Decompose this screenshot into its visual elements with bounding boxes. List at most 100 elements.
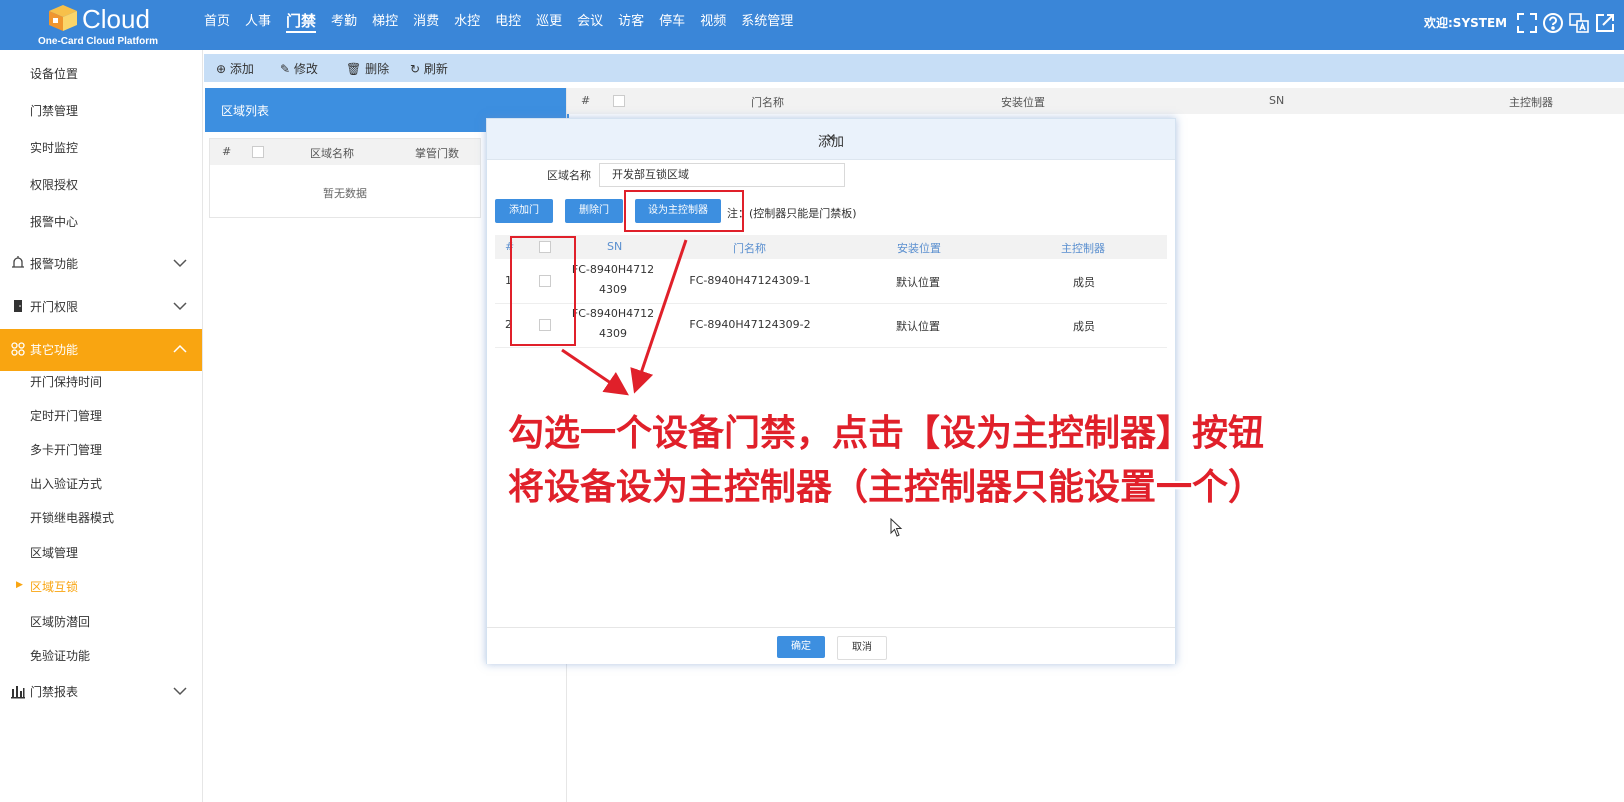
highlight-checkboxes <box>510 236 576 346</box>
translate-icon[interactable] <box>1568 12 1590 34</box>
select-all-checkbox[interactable] <box>252 146 264 158</box>
sidebar-item-hold-time[interactable]: 开门保持时间 <box>30 373 102 390</box>
nav-system[interactable]: 系统管理 <box>741 12 793 32</box>
caret-right-icon: ▶ <box>16 580 23 590</box>
nav-water[interactable]: 水控 <box>454 12 480 32</box>
external-link-icon[interactable] <box>1594 12 1616 34</box>
top-bar: Cloud One-Card Cloud Platform 首页 人事 门禁 考… <box>0 0 1624 50</box>
toolbar: ⊕ 添加 ✎ 修改 🗑 删除 ↻ 刷新 <box>204 54 1624 82</box>
plus-circle-icon: ⊕ <box>216 62 230 76</box>
help-icon[interactable] <box>1542 12 1564 34</box>
row-sn-line2: 4309 <box>599 283 627 296</box>
sidebar-group-label: 开门权限 <box>30 300 79 314</box>
nav-elevator[interactable]: 梯控 <box>372 12 398 32</box>
sidebar-item-multi-card[interactable]: 多卡开门管理 <box>30 441 102 458</box>
door-table-header: # 门名称 安装位置 SN 主控制器 <box>567 88 1624 114</box>
trash-icon: 🗑 <box>346 62 366 76</box>
sidebar-item-authorize[interactable]: 权限授权 <box>30 176 78 193</box>
sidebar-item-relay-mode[interactable]: 开锁继电器模式 <box>30 509 114 526</box>
sidebar-group-door-permission[interactable]: 开门权限 <box>0 286 202 326</box>
refresh-icon: ↻ <box>410 62 424 76</box>
nav-patrol[interactable]: 巡更 <box>536 12 562 32</box>
sidebar-item-timed-open[interactable]: 定时开门管理 <box>30 407 102 424</box>
chevron-up-icon <box>173 344 187 353</box>
col-master: 主控制器 <box>1509 96 1553 109</box>
select-all-checkbox[interactable] <box>613 95 625 107</box>
row-location: 默认位置 <box>896 276 940 289</box>
row-sn-line2: 4309 <box>599 327 627 340</box>
pencil-icon: ✎ <box>280 62 294 76</box>
nav-attendance[interactable]: 考勤 <box>331 12 357 32</box>
chevron-down-icon <box>173 259 187 268</box>
brand-subtitle: One-Card Cloud Platform <box>38 36 159 47</box>
chevron-down-icon <box>173 302 187 311</box>
nav-access[interactable]: 门禁 <box>286 11 317 33</box>
refresh-button[interactable]: ↻ 刷新 <box>410 60 448 77</box>
row-door-name: FC-8940H47124309-1 <box>689 274 811 287</box>
annotation-line-2: 将设备设为主控制器（主控制器只能设置一个） <box>508 467 1265 508</box>
sidebar-item-area-mgmt[interactable]: 区域管理 <box>30 544 78 561</box>
nav-consume[interactable]: 消费 <box>413 12 439 32</box>
edit-label: 修改 <box>293 62 318 76</box>
sidebar-group-other[interactable]: 其它功能 <box>0 329 202 371</box>
delete-door-button[interactable]: 删除门 <box>565 199 623 223</box>
add-label: 添加 <box>229 62 254 76</box>
sidebar-item-no-verify[interactable]: 免验证功能 <box>30 647 90 664</box>
delete-button[interactable]: 🗑 删除 <box>346 60 389 77</box>
dialog-footer: 确定 取消 <box>487 627 1175 664</box>
mouse-cursor-icon <box>890 518 903 537</box>
area-name-input[interactable] <box>599 163 845 187</box>
nav-video[interactable]: 视频 <box>700 12 726 32</box>
col-location: 安装位置 <box>897 242 941 255</box>
edit-button[interactable]: ✎ 修改 <box>280 60 318 77</box>
row-door-name: FC-8940H47124309-2 <box>689 318 811 331</box>
sidebar-group-label: 其它功能 <box>30 343 79 357</box>
refresh-label: 刷新 <box>423 62 448 76</box>
col-no: # <box>581 94 591 107</box>
sidebar-group-label: 门禁报表 <box>30 685 79 699</box>
highlight-set-master <box>624 190 744 232</box>
controller-note: 注：(控制器只能是门禁板) <box>727 207 857 220</box>
fullscreen-icon[interactable] <box>1516 12 1538 34</box>
area-table: # 区域名称 掌管门数 暂无数据 <box>209 138 481 218</box>
add-button[interactable]: ⊕ 添加 <box>216 60 254 77</box>
chevron-down-icon <box>173 687 187 696</box>
add-dialog: 添加 × 区域名称 添加门 删除门 设为主控制器 注：(控制器只能是门禁板) #… <box>486 118 1176 664</box>
delete-label: 删除 <box>365 62 390 76</box>
area-table-header: # 区域名称 掌管门数 <box>210 139 480 165</box>
sidebar: 设备位置 门禁管理 实时监控 权限授权 报警中心 报警功能 开门权限 其它功能 … <box>0 50 203 802</box>
close-icon[interactable]: × <box>487 131 1175 146</box>
col-no: # <box>222 145 232 158</box>
sidebar-item-anti-passback[interactable]: 区域防潜回 <box>30 613 90 630</box>
add-door-button[interactable]: 添加门 <box>495 199 553 223</box>
sidebar-group-report[interactable]: 门禁报表 <box>0 671 202 711</box>
table-row[interactable]: 1 FC-8940H4712 4309 FC-8940H47124309-1 默… <box>495 259 1167 304</box>
row-location: 默认位置 <box>896 320 940 333</box>
brand-logo[interactable]: Cloud One-Card Cloud Platform <box>38 2 168 48</box>
nav-meeting[interactable]: 会议 <box>577 12 603 32</box>
door-list-header: # SN 门名称 安装位置 主控制器 <box>495 235 1167 259</box>
confirm-button[interactable]: 确定 <box>777 636 825 658</box>
sidebar-item-access-mgmt[interactable]: 门禁管理 <box>30 102 78 119</box>
sidebar-item-area-interlock[interactable]: 区域互锁 <box>30 578 78 595</box>
col-location: 安装位置 <box>1001 96 1045 109</box>
col-area-name: 区域名称 <box>310 147 354 160</box>
table-row[interactable]: 2 FC-8940H4712 4309 FC-8940H47124309-2 默… <box>495 303 1167 348</box>
col-door-name: 门名称 <box>733 242 766 255</box>
sidebar-item-device-location[interactable]: 设备位置 <box>30 65 78 82</box>
nav-power[interactable]: 电控 <box>495 12 521 32</box>
nav-visitor[interactable]: 访客 <box>618 12 644 32</box>
brand-name: Cloud <box>82 4 150 34</box>
bar-chart-icon <box>11 686 25 699</box>
row-sn-line1: FC-8940H4712 <box>571 263 655 276</box>
sidebar-item-verify-mode[interactable]: 出入验证方式 <box>30 475 102 492</box>
sidebar-item-alarm-center[interactable]: 报警中心 <box>30 213 78 230</box>
sidebar-group-alarm[interactable]: 报警功能 <box>0 243 202 283</box>
nav-parking[interactable]: 停车 <box>659 12 685 32</box>
nav-hr[interactable]: 人事 <box>245 12 271 32</box>
sidebar-item-monitor[interactable]: 实时监控 <box>30 139 78 156</box>
cancel-button[interactable]: 取消 <box>837 636 887 660</box>
col-door-count: 掌管门数 <box>415 147 459 160</box>
col-sn: SN <box>607 240 623 253</box>
nav-home[interactable]: 首页 <box>204 12 230 32</box>
